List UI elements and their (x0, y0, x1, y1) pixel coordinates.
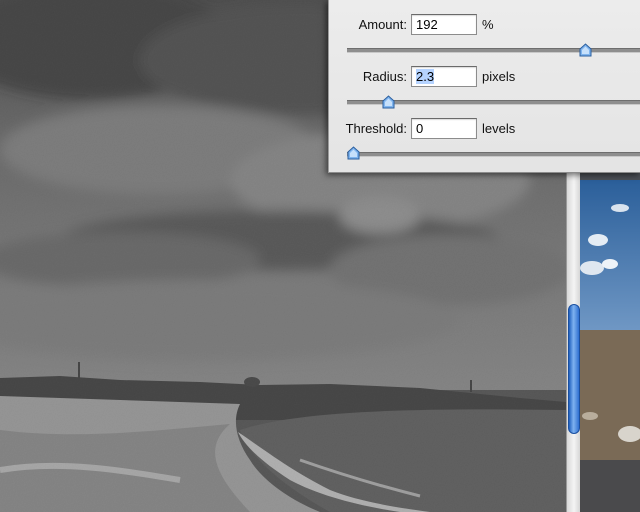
color-preview-photo (580, 172, 640, 512)
threshold-slider-thumb[interactable] (347, 146, 360, 160)
unsharp-mask-dialog: Amount: 192 % Radius: 2.3 pixels Thresho… (328, 0, 640, 173)
threshold-unit: levels (482, 121, 516, 136)
amount-slider-track[interactable] (347, 48, 640, 53)
radius-field[interactable]: 2.3 (411, 66, 477, 87)
amount-slider-thumb[interactable] (579, 43, 592, 57)
radius-label: Radius: (362, 69, 407, 84)
threshold-field[interactable]: 0 (411, 118, 477, 139)
sky-sea-thumbnail (580, 172, 640, 512)
threshold-label: Threshold: (345, 121, 407, 136)
amount-field[interactable]: 192 (411, 14, 477, 35)
radius-slider-thumb[interactable] (382, 95, 395, 109)
amount-unit: % (482, 17, 494, 32)
radius-value: 2.3 (416, 69, 435, 84)
scrollbar-thumb[interactable] (568, 304, 580, 434)
amount-value: 192 (416, 17, 438, 32)
threshold-value: 0 (416, 121, 424, 136)
radius-unit: pixels (482, 69, 516, 84)
vertical-scrollbar[interactable] (566, 172, 581, 512)
amount-label: Amount: (358, 17, 407, 32)
threshold-slider-track[interactable] (347, 152, 640, 157)
